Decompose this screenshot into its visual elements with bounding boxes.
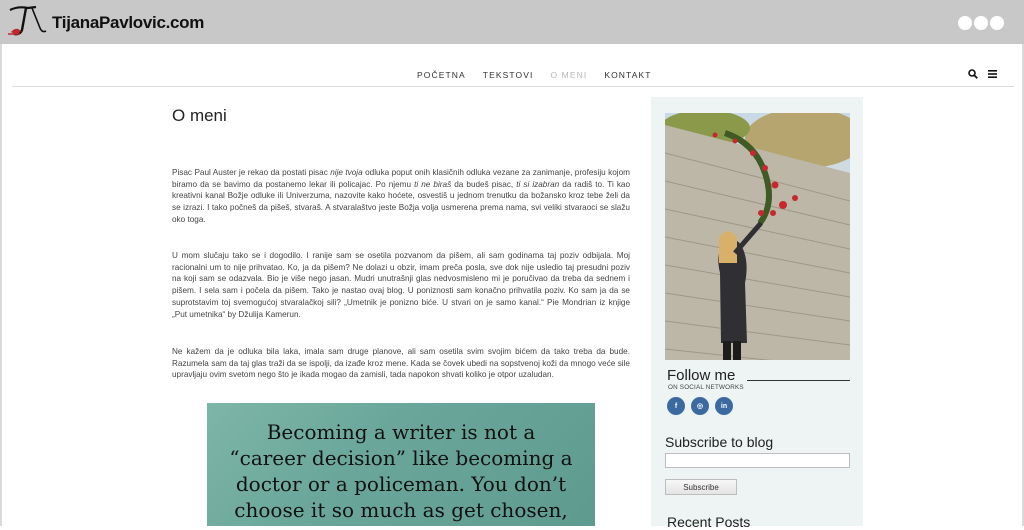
header-dots (958, 16, 1004, 30)
nav-item-pocetna[interactable]: POČETNA (417, 70, 466, 80)
menu-icon[interactable] (988, 69, 997, 79)
dot-icon (958, 16, 972, 30)
site-logo[interactable]: TijanaPavlovic.com (6, 4, 204, 38)
sidebar: Follow me ON SOCIAL NETWORKS f ◎ in Subs… (651, 97, 863, 530)
follow-divider (747, 380, 850, 381)
follow-subtitle: ON SOCIAL NETWORKS (668, 384, 744, 391)
dot-icon (974, 16, 988, 30)
search-icon[interactable] (968, 69, 978, 79)
subscribe-title: Subscribe to blog (665, 434, 774, 450)
nav-item-kontakt[interactable]: KONTAKT (604, 70, 651, 80)
follow-title: Follow me (667, 367, 736, 384)
top-header: TijanaPavlovic.com (0, 0, 1024, 44)
quote-line: Becoming a writer is not a (266, 420, 536, 444)
main-nav: POČETNA TEKSTOVI O MENI KONTAKT (0, 66, 1024, 86)
quote-text: Becoming a writer is not a “career decis… (217, 419, 585, 526)
instagram-icon[interactable]: ◎ (691, 397, 709, 415)
recent-posts-title: Recent Posts (667, 514, 751, 530)
nav-menu: POČETNA TEKSTOVI O MENI KONTAKT (417, 70, 669, 80)
social-links: f ◎ in (667, 397, 733, 415)
quote-line: choose it so much as get chosen, and (234, 498, 568, 526)
left-border (0, 44, 2, 526)
linkedin-icon[interactable]: in (715, 397, 733, 415)
nav-icons (968, 69, 997, 79)
paragraph-1: Pisac Paul Auster je rekao da postati pi… (172, 168, 631, 224)
paragraph-2: U mom slučaju tako se i dogodilo. I rani… (172, 251, 630, 319)
logo-mark-icon (8, 5, 47, 36)
subscribe-button[interactable]: Subscribe (665, 479, 737, 495)
quote-image: Becoming a writer is not a “career decis… (207, 403, 595, 526)
paragraph-3: Ne kažem da je odluka bila laka, imala s… (172, 347, 630, 380)
site-name: TijanaPavlovic.com (52, 13, 205, 32)
nav-item-o-meni[interactable]: O MENI (550, 70, 587, 80)
page-title: O meni (172, 106, 227, 125)
nav-item-tekstovi[interactable]: TEKSTOVI (483, 70, 534, 80)
dot-icon (990, 16, 1004, 30)
subscribe-email-input[interactable] (665, 453, 850, 468)
quote-line: “career decision” like becoming a (229, 446, 573, 470)
profile-photo (665, 113, 850, 360)
nav-divider (12, 86, 1014, 87)
quote-line: doctor or a policeman. You don’t (235, 472, 567, 496)
facebook-icon[interactable]: f (667, 397, 685, 415)
